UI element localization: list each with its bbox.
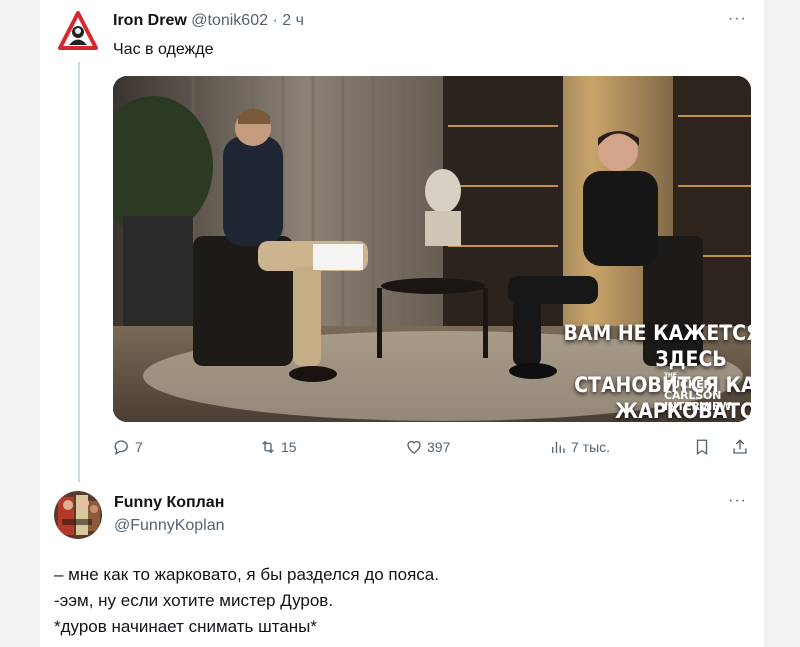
tweet-text-line: – мне как то жарковато, я бы разделся до… — [54, 565, 439, 584]
tweet-header: Iron Drew @tonik602 · 2 ч — [113, 11, 304, 31]
views-button[interactable]: 7 тыс. — [549, 438, 610, 456]
tweet-text: Час в одежде — [113, 41, 214, 58]
thread-connector-line — [78, 62, 80, 482]
handle[interactable]: @tonik602 — [191, 12, 268, 29]
timestamp[interactable]: 2 ч — [282, 12, 304, 29]
views-count: 7 тыс. — [571, 439, 611, 455]
tweet-action-bar: 7 15 397 7 тыс. — [113, 438, 751, 460]
share-button[interactable] — [731, 438, 749, 456]
display-name[interactable]: Funny Коплан — [114, 493, 224, 513]
more-options-icon[interactable]: ··· — [728, 492, 747, 510]
tweet-text-line: *дуров начинает снимать штаны* — [54, 617, 318, 636]
reply-button[interactable]: 7 — [113, 438, 143, 456]
tweet-media-image[interactable]: ВАМ НЕ КАЖЕТСЯ, ЧТО ЗДЕСЬ СТАНОВИТСЯ КАК… — [113, 76, 751, 422]
reply-icon — [114, 440, 128, 456]
handle[interactable]: @FunnyKoplan — [114, 516, 225, 536]
more-options-icon[interactable]: ··· — [728, 10, 747, 28]
bookmark-icon — [696, 439, 708, 456]
avatar[interactable] — [54, 491, 102, 539]
like-count: 397 — [427, 439, 451, 455]
separator: · — [272, 12, 278, 29]
repost-button[interactable]: 15 — [259, 438, 297, 456]
painting-avatar-icon — [54, 491, 102, 539]
caption-line: ВАМ НЕ КАЖЕТСЯ, ЧТО ЗДЕСЬ — [563, 321, 751, 371]
warning-triangle-avatar-icon — [58, 11, 98, 50]
reply-count: 7 — [135, 439, 143, 455]
views-icon — [552, 441, 565, 453]
repost-count: 15 — [281, 439, 297, 455]
show-watermark-logo: THE TUCKER CARLSON INTERVIEW — [664, 372, 732, 413]
page-background: Iron Drew @tonik602 · 2 ч ··· Час в одеж… — [0, 0, 800, 647]
repost-icon — [262, 440, 274, 454]
bookmark-button[interactable] — [693, 438, 711, 456]
like-icon — [407, 440, 421, 454]
tweet-text: – мне как то жарковато, я бы разделся до… — [54, 562, 439, 640]
tweet-text-line: -ээм, ну если хотите мистер Дуров. — [54, 591, 334, 610]
share-icon — [733, 439, 747, 454]
like-button[interactable]: 397 — [405, 438, 450, 456]
avatar[interactable] — [58, 10, 98, 54]
display-name[interactable]: Iron Drew — [113, 12, 187, 29]
